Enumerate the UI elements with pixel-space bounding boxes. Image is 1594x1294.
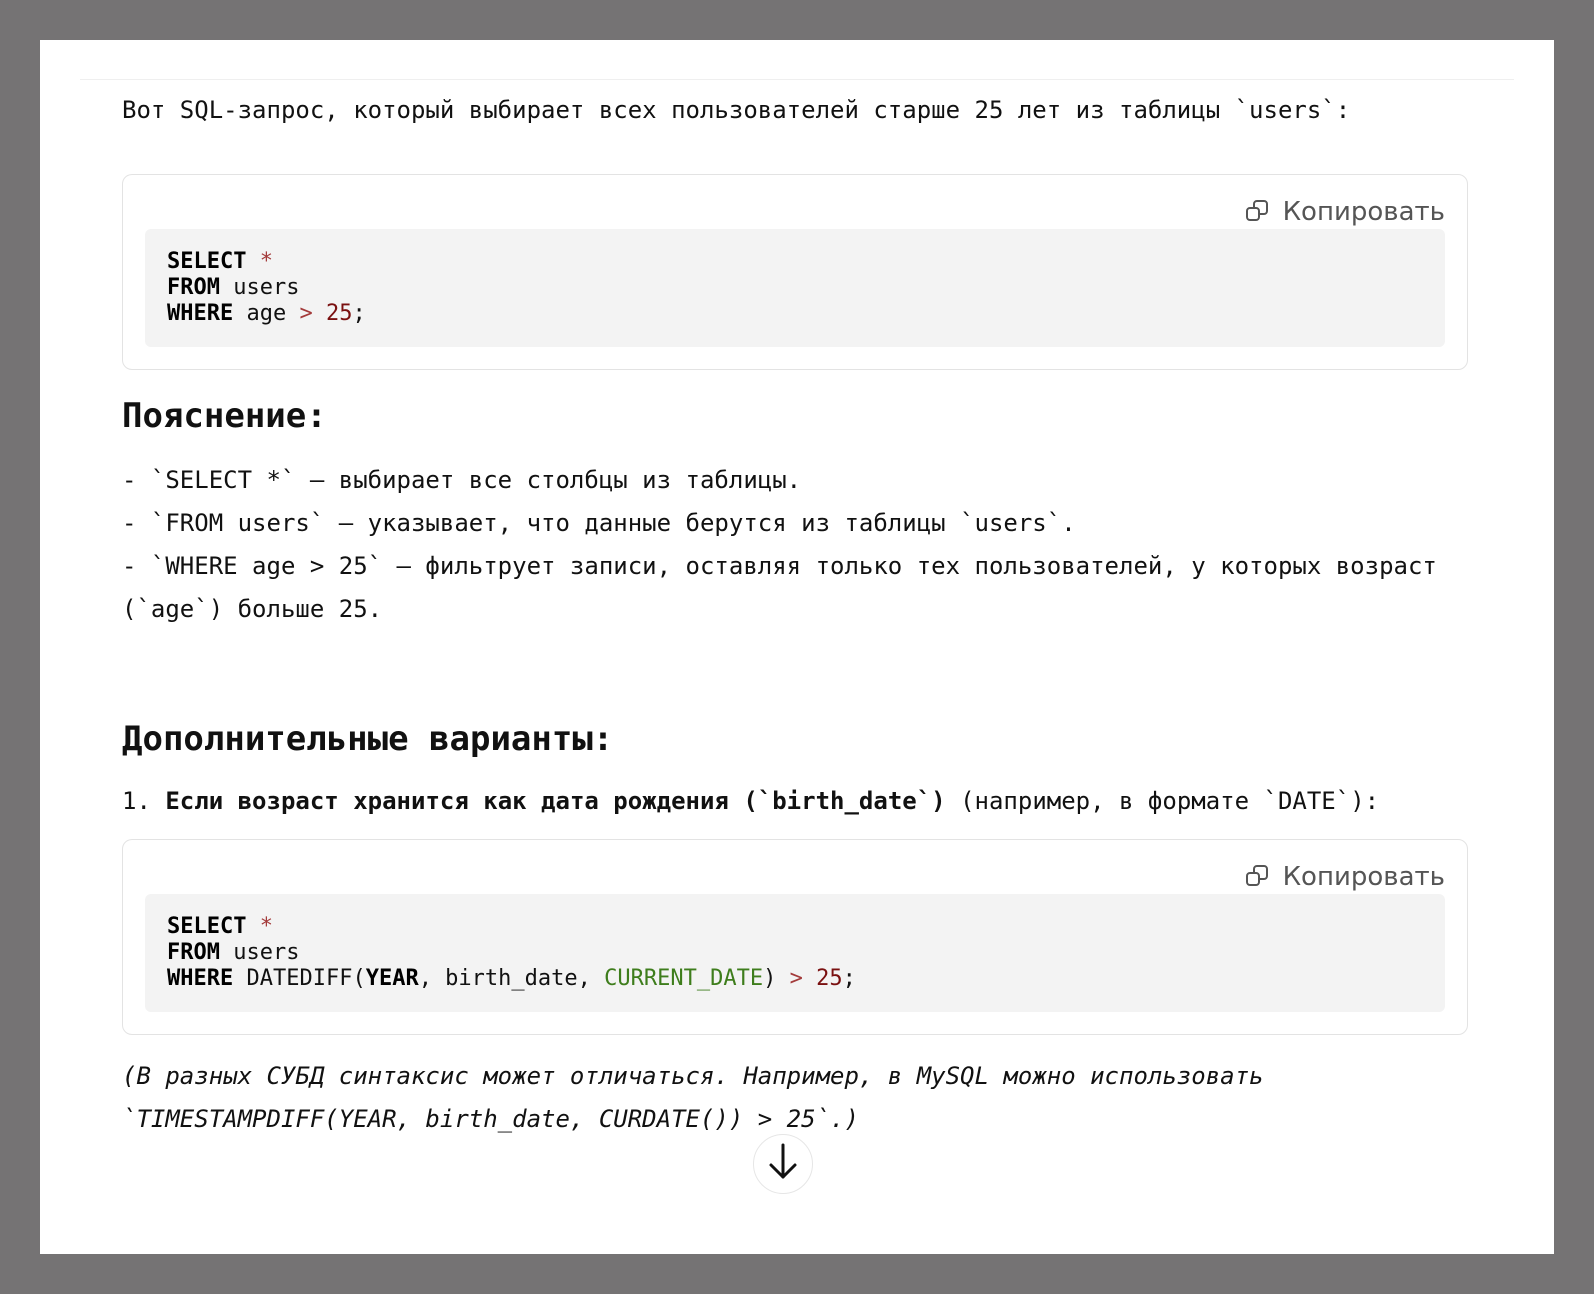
- code-keyword: SELECT: [167, 249, 247, 274]
- scroll-down-button[interactable]: [753, 1134, 813, 1194]
- assistant-message: Вот SQL-запрос, который выбирает всех по…: [122, 92, 1512, 1141]
- code-text: users: [233, 275, 300, 300]
- code-text: users: [233, 940, 300, 965]
- copy-icon: [1245, 199, 1271, 225]
- copy-label: Копировать: [1282, 197, 1445, 227]
- variant-bold-text: Если возраст хранится как дата рождения …: [165, 787, 946, 815]
- code-operator: *: [259, 914, 273, 939]
- code-toolbar: Копировать: [145, 840, 1445, 894]
- code-number: 25: [325, 301, 353, 326]
- code-text: ;: [842, 966, 856, 991]
- variant-number: 1.: [122, 787, 151, 815]
- variant-rest-text: (например, в формате `DATE`):: [960, 787, 1380, 815]
- code-toolbar: Копировать: [145, 175, 1445, 229]
- code-operator: *: [259, 249, 273, 274]
- explain-list: - `SELECT *` — выбирает все столбцы из т…: [122, 462, 1512, 631]
- code-keyword: WHERE: [167, 301, 234, 326]
- variant-1-text: 1. Если возраст хранится как дата рожден…: [122, 783, 1512, 819]
- list-item: - `WHERE age > 25` — фильтрует записи, о…: [122, 552, 1452, 623]
- chat-panel: Вот SQL-запрос, который выбирает всех по…: [40, 40, 1554, 1254]
- code-builtin: CURRENT_DATE: [604, 966, 764, 991]
- code-keyword: YEAR: [365, 966, 419, 991]
- arrow-down-icon: [768, 1142, 798, 1186]
- code-operator: >: [789, 966, 803, 991]
- code-keyword: FROM: [167, 940, 220, 965]
- explain-heading: Пояснение:: [122, 396, 327, 436]
- copy-label: Копировать: [1282, 862, 1445, 892]
- top-divider: [80, 79, 1514, 80]
- code-text: DATEDIFF(: [246, 966, 366, 991]
- code-keyword: SELECT: [167, 914, 247, 939]
- code-text: ): [763, 966, 777, 991]
- intro-text: Вот SQL-запрос, который выбирает всех по…: [122, 96, 1351, 124]
- code-keyword: FROM: [167, 275, 220, 300]
- code-text: age: [246, 301, 287, 326]
- code-card-2: Копировать SELECT * FROM users WHERE DAT…: [122, 839, 1468, 1035]
- variants-heading: Дополнительные варианты:: [122, 719, 614, 759]
- list-item: - `FROM users` — указывает, что данные б…: [122, 509, 1076, 537]
- code-number: 25: [816, 966, 843, 991]
- copy-button[interactable]: Копировать: [1245, 842, 1445, 892]
- code-keyword: WHERE: [167, 966, 234, 991]
- code-operator: >: [299, 301, 313, 326]
- code-block-2[interactable]: SELECT * FROM users WHERE DATEDIFF(YEAR,…: [145, 894, 1445, 1012]
- code-text: , birth_date,: [418, 966, 605, 991]
- code-text: ;: [352, 301, 366, 326]
- list-item: - `SELECT *` — выбирает все столбцы из т…: [122, 466, 802, 494]
- code-block-1[interactable]: SELECT * FROM users WHERE age > 25;: [145, 229, 1445, 347]
- note-text: (В разных СУБД синтаксис может отличатьс…: [122, 1062, 1278, 1133]
- code-card-1: Копировать SELECT * FROM users WHERE age…: [122, 174, 1468, 370]
- copy-button[interactable]: Копировать: [1245, 177, 1445, 227]
- copy-icon: [1245, 864, 1271, 890]
